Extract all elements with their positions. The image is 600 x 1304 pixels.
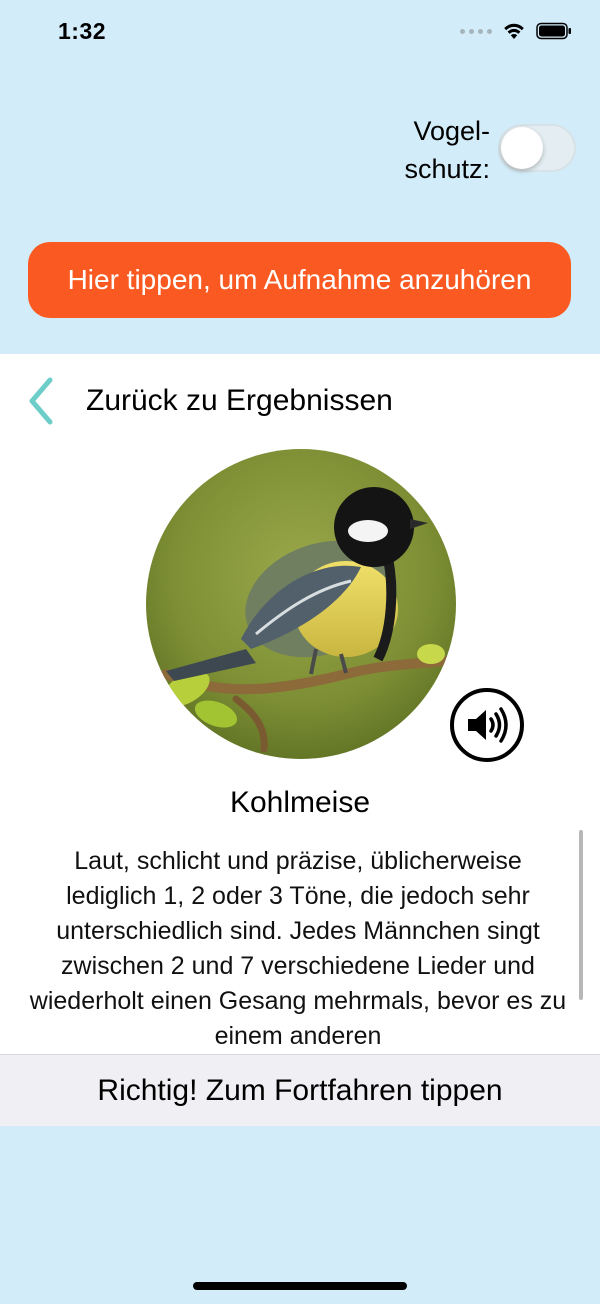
- bird-photo: [146, 449, 456, 759]
- bird-protection-toggle[interactable]: [498, 124, 576, 172]
- home-indicator[interactable]: [193, 1282, 407, 1290]
- scrollbar[interactable]: [579, 830, 583, 1000]
- signal-dots-icon: [460, 28, 492, 34]
- chevron-left-icon: [29, 377, 53, 425]
- toggle-knob: [501, 127, 543, 169]
- result-card: Zurück zu Ergebnissen Kohlmeise Laut, sc…: [0, 354, 600, 1054]
- wifi-icon: [504, 23, 524, 39]
- speaker-icon: [468, 707, 508, 743]
- listen-recording-button[interactable]: Hier tippen, um Aufnahme anzuhören: [28, 242, 571, 318]
- back-label: Zurück zu Ergebnissen: [86, 384, 393, 417]
- bird-protection-label: Vogel- schutz:: [404, 116, 490, 184]
- status-icons: [460, 22, 572, 40]
- battery-icon: [536, 22, 571, 40]
- status-time: 1:32: [58, 18, 107, 44]
- song-description: Laut, schlicht und präzise, üblicherweis…: [29, 847, 567, 1050]
- continue-button[interactable]: Richtig! Zum Fortfahren tippen: [0, 1054, 600, 1126]
- status-bar: 1:32: [0, 0, 600, 64]
- play-sound-button[interactable]: [450, 688, 524, 762]
- bird-name: Kohlmeise: [229, 786, 371, 819]
- back-to-results-button[interactable]: Zurück zu Ergebnissen: [26, 376, 393, 426]
